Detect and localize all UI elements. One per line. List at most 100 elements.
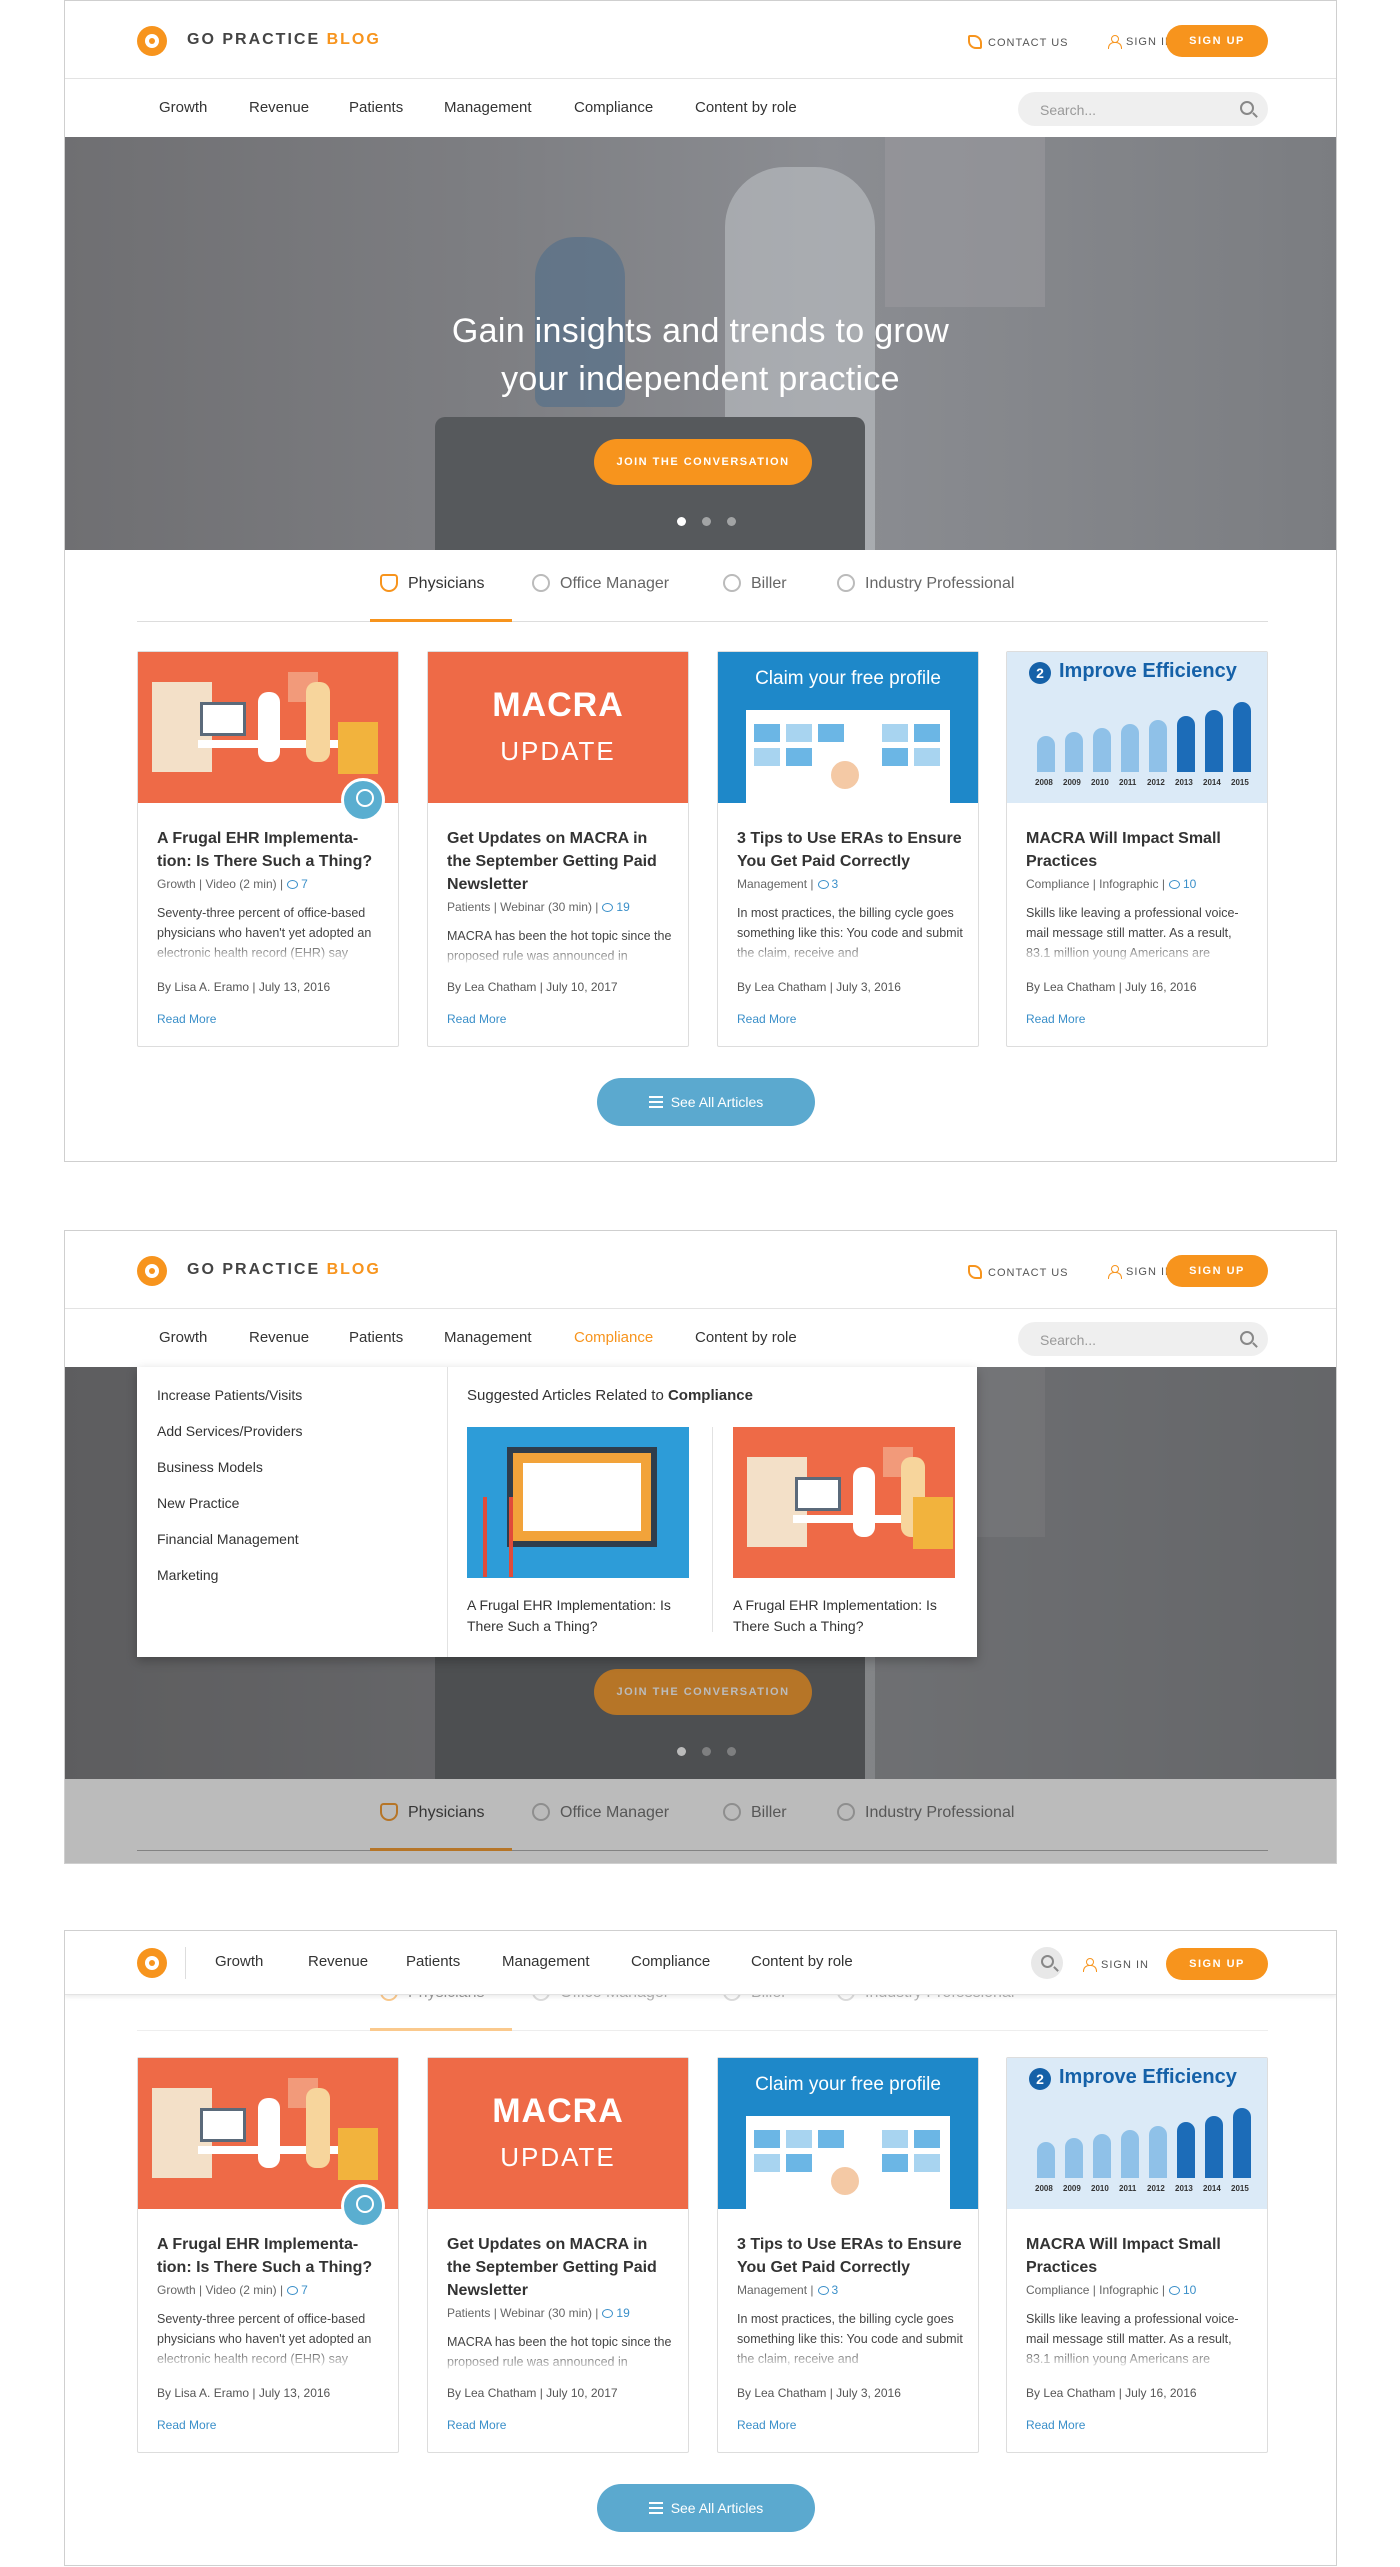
logo-icon[interactable] [137,1948,167,1978]
suggested-article-title[interactable]: A Frugal EHR Implementation: Is There Su… [733,1595,958,1637]
article-card[interactable]: A Frugal EHR Implementa-tion: Is There S… [137,651,399,1047]
tab-physicians[interactable]: Physicians [370,574,512,622]
illustration-doctor [306,2088,330,2168]
tab-office-manager[interactable]: Office Manager [532,574,669,622]
sign-up-button[interactable]: SIGN UP [1166,1255,1268,1287]
article-thumbnail[interactable]: MACRA UPDATE [428,652,688,803]
read-more-link[interactable]: Read More [737,1012,796,1026]
nav-compliance[interactable]: Compliance [574,99,653,116]
infographic-bar [1037,2142,1055,2178]
article-thumbnail[interactable]: 2 Improve Efficiency 2008 2009 2010 2011… [1007,652,1267,803]
menu-item-increase-patients[interactable]: Increase Patients/Visits [157,1387,302,1403]
read-more-link[interactable]: Read More [157,2418,216,2432]
site-header: GO PRACTICE BLOG CONTACT US SIGN IN SIGN… [65,1231,1336,1309]
contact-us-link[interactable]: CONTACT US [968,35,1069,49]
article-title[interactable]: A Frugal EHR Implementa-tion: Is There S… [157,827,385,873]
article-thumbnail[interactable]: Claim your free profile [718,2058,978,2209]
sign-in-link[interactable]: SIGN IN [1108,35,1174,49]
carousel-dot-2[interactable] [702,517,711,526]
comment-icon [817,2286,829,2295]
contact-us-link[interactable]: CONTACT US [968,1265,1069,1279]
article-title[interactable]: Get Updates on MACRA in the September Ge… [447,2233,675,2302]
menu-item-add-services[interactable]: Add Services/Providers [157,1423,303,1439]
suggested-article-title[interactable]: A Frugal EHR Implementation: Is There Su… [467,1595,692,1637]
article-meta: Management | 3 [737,877,839,891]
search-icon[interactable] [1240,101,1254,115]
article-title[interactable]: MACRA Will Impact Small Practices [1026,2233,1254,2279]
tab-industry-professional[interactable]: Industry Professional [837,574,1014,622]
article-card[interactable]: 2 Improve Efficiency 2008 2009 2010 2011… [1006,651,1268,1047]
nav-management[interactable]: Management [502,1953,590,1970]
article-title[interactable]: MACRA Will Impact Small Practices [1026,827,1254,873]
see-all-articles-button[interactable]: See All Articles [597,2484,815,2532]
nav-content-by-role[interactable]: Content by role [695,99,797,116]
logo-icon[interactable] [137,1256,167,1286]
sign-up-button[interactable]: SIGN UP [1166,1948,1268,1980]
article-title[interactable]: 3 Tips to Use ERAs to Ensure You Get Pai… [737,2233,965,2279]
article-excerpt: Skills like leaving a professional voice… [1026,2309,1254,2369]
article-title[interactable]: 3 Tips to Use ERAs to Ensure You Get Pai… [737,827,965,873]
nav-patients[interactable]: Patients [406,1953,460,1970]
article-card[interactable]: Claim your free profile 3 Tips to Use ER… [717,651,979,1047]
nav-content-by-role[interactable]: Content by role [695,1329,797,1346]
menu-item-business-models[interactable]: Business Models [157,1459,263,1475]
search-field[interactable]: Search... [1018,92,1268,126]
search-icon[interactable] [1240,1331,1254,1345]
read-more-link[interactable]: Read More [157,1012,216,1026]
sign-up-button[interactable]: SIGN UP [1166,25,1268,57]
nav-patients[interactable]: Patients [349,1329,403,1346]
nav-growth[interactable]: Growth [159,99,207,116]
article-thumbnail[interactable]: Claim your free profile [718,652,978,803]
article-title[interactable]: A Frugal EHR Implementa-tion: Is There S… [157,2233,385,2279]
article-thumbnail[interactable]: 2 Improve Efficiency 2008 2009 2010 2011… [1007,2058,1267,2209]
site-logo[interactable]: GO PRACTICE BLOG [187,31,381,49]
read-more-link[interactable]: Read More [1026,1012,1085,1026]
see-all-articles-button[interactable]: See All Articles [597,1078,815,1126]
nav-compliance[interactable]: Compliance [631,1953,710,1970]
tab-biller[interactable]: Biller [723,574,787,622]
nav-revenue[interactable]: Revenue [308,1953,368,1970]
read-more-link[interactable]: Read More [1026,2418,1085,2432]
search-input[interactable]: Search... [1040,1332,1096,1348]
logo-icon[interactable] [137,26,167,56]
article-card[interactable]: MACRA UPDATE Get Updates on MACRA in the… [427,2057,689,2453]
article-title[interactable]: Get Updates on MACRA in the September Ge… [447,827,675,896]
dollar-icon [723,574,741,592]
nav-revenue[interactable]: Revenue [249,99,309,116]
nav-growth[interactable]: Growth [215,1953,263,1970]
join-conversation-button[interactable]: JOIN THE CONVERSATION [594,439,812,485]
illustration-computer [200,702,246,736]
suggested-article-thumbnail[interactable] [733,1427,955,1578]
search-field[interactable]: Search... [1018,1322,1268,1356]
menu-item-new-practice[interactable]: New Practice [157,1495,239,1511]
sign-in-link[interactable]: SIGN IN [1108,1265,1174,1279]
article-card[interactable]: Claim your free profile 3 Tips to Use ER… [717,2057,979,2453]
read-more-link[interactable]: Read More [737,2418,796,2432]
read-more-link[interactable]: Read More [447,2418,506,2432]
article-card[interactable]: 2 Improve Efficiency 2008 2009 2010 2011… [1006,2057,1268,2453]
article-meta: Growth | Video (2 min) | 7 [157,2283,308,2297]
nav-content-by-role[interactable]: Content by role [751,1953,853,1970]
site-logo[interactable]: GO PRACTICE BLOG [187,1261,381,1279]
sign-in-link[interactable]: SIGN IN [1083,1958,1149,1972]
search-input[interactable]: Search... [1040,102,1096,118]
nav-management[interactable]: Management [444,99,532,116]
nav-management[interactable]: Management [444,1329,532,1346]
nav-revenue[interactable]: Revenue [249,1329,309,1346]
suggested-article-thumbnail[interactable] [467,1427,689,1578]
stethoscope-icon [380,574,398,592]
search-button[interactable] [1031,1947,1063,1979]
menu-item-financial-management[interactable]: Financial Management [157,1531,299,1547]
nav-compliance[interactable]: Compliance [574,1329,653,1346]
illustration-ladder [483,1497,513,1577]
nav-patients[interactable]: Patients [349,99,403,116]
nav-growth[interactable]: Growth [159,1329,207,1346]
menu-item-marketing[interactable]: Marketing [157,1567,218,1583]
infographic-bar [1205,2116,1223,2178]
carousel-dot-3[interactable] [727,517,736,526]
read-more-link[interactable]: Read More [447,1012,506,1026]
article-card[interactable]: A Frugal EHR Implementa-tion: Is There S… [137,2057,399,2453]
article-thumbnail[interactable]: MACRA UPDATE [428,2058,688,2209]
carousel-dot-1[interactable] [677,517,686,526]
article-card[interactable]: MACRA UPDATE Get Updates on MACRA in the… [427,651,689,1047]
